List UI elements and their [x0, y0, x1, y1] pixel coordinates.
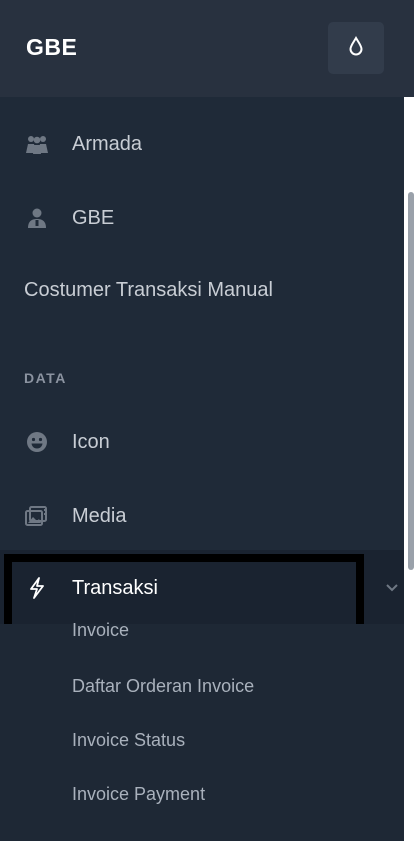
screen: GBE Armada GBE Costumer Transaksi Manual…	[0, 0, 414, 841]
users-icon	[24, 131, 50, 157]
sidebar-item-media[interactable]: Media	[0, 488, 408, 544]
drop-icon	[348, 35, 364, 61]
sidebar-item-gbe[interactable]: GBE	[0, 190, 408, 246]
sidebar-item-label: Armada	[72, 132, 143, 155]
chevron-down-icon[interactable]	[384, 580, 400, 596]
sidebar-item-label: Media	[72, 504, 127, 527]
sidebar-item-label: GBE	[72, 206, 115, 229]
media-icon	[24, 503, 50, 529]
sidebar-item-icon[interactable]: Icon	[0, 414, 408, 470]
submenu: Invoice Daftar Orderan Invoice Invoice S…	[0, 620, 408, 841]
sidebar-item-armada[interactable]: Armada	[0, 116, 408, 172]
theme-toggle-button[interactable]	[328, 22, 384, 74]
submenu-item-daftar-orderan-invoice[interactable]: Daftar Orderan Invoice	[72, 676, 254, 697]
sidebar: GBE Armada GBE Costumer Transaksi Manual…	[0, 0, 414, 841]
submenu-item-invoice[interactable]: Invoice	[72, 620, 129, 641]
submenu-item-invoice-payment[interactable]: Invoice Payment	[72, 784, 205, 805]
sidebar-item-label: Icon	[72, 430, 110, 453]
smile-icon	[24, 429, 50, 455]
sidebar-item-costumer-transaksi-manual[interactable]: Costumer Transaksi Manual	[0, 262, 408, 318]
scrollbar[interactable]	[408, 192, 414, 570]
section-title-data: DATA	[24, 370, 67, 386]
sidebar-item-label: Costumer Transaksi Manual	[24, 278, 273, 301]
submenu-item-invoice-status[interactable]: Invoice Status	[72, 730, 185, 751]
brand-title: GBE	[26, 34, 78, 60]
user-tie-icon	[24, 205, 50, 231]
sidebar-header: GBE	[0, 0, 414, 97]
